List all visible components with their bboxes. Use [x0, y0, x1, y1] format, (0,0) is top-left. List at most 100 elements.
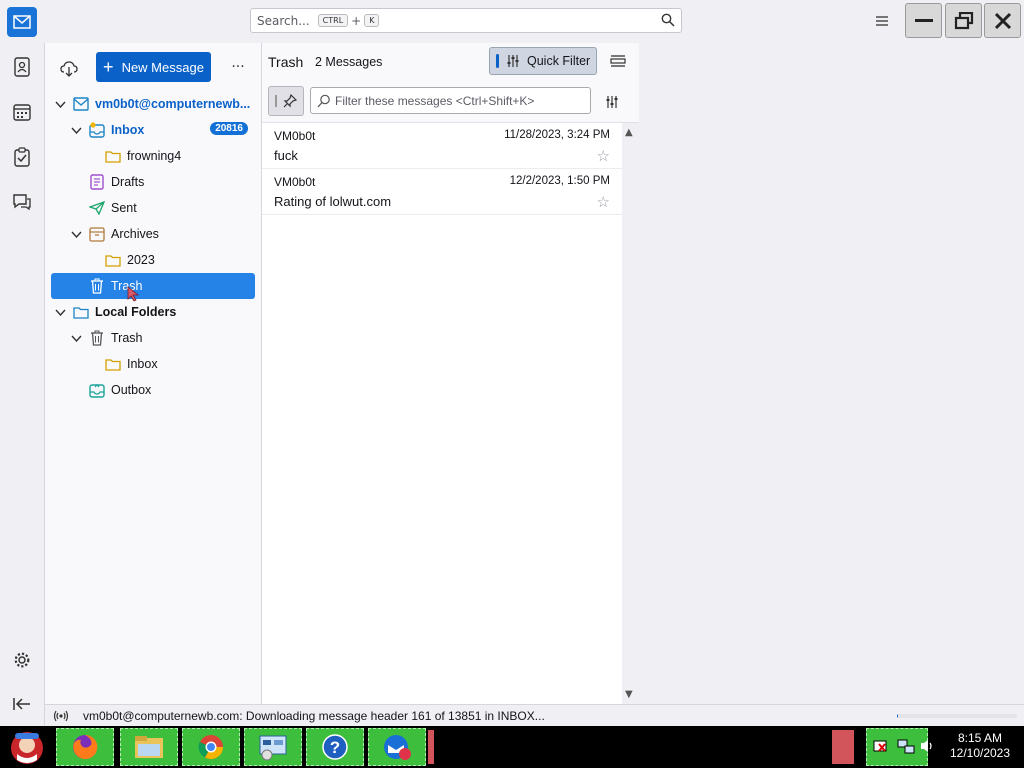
mail-app-icon[interactable]	[7, 7, 37, 37]
folder-label: Outbox	[111, 383, 152, 397]
star-icon[interactable]: ☆	[597, 147, 610, 165]
message-row[interactable]: VM0b0t 12/2/2023, 1:50 PM Rating of lolw…	[262, 169, 622, 215]
more-icon: ···	[231, 59, 245, 75]
taskbar-file-explorer[interactable]	[120, 728, 178, 766]
list-layout-icon	[610, 55, 626, 67]
pin-icon	[283, 94, 297, 108]
scroll-down-icon[interactable]: ▼	[625, 689, 633, 700]
folder-local-inbox[interactable]: Inbox	[105, 351, 245, 377]
folder-account[interactable]: vm0b0t@computernewb...	[53, 91, 258, 117]
folder-trash-selected[interactable]: Trash	[51, 273, 255, 302]
network-icon[interactable]	[897, 739, 915, 758]
plus-icon: +	[103, 57, 114, 77]
folder-frowning4[interactable]: frowning4	[105, 143, 245, 169]
message-date: 12/2/2023, 1:50 PM	[509, 175, 610, 187]
message-count: 2 Messages	[315, 55, 383, 69]
folder-sent[interactable]: Sent	[89, 195, 239, 221]
show-hidden-icons-button[interactable]	[832, 730, 854, 764]
folder-drafts[interactable]: Drafts	[89, 169, 239, 195]
current-folder-title: Trash	[268, 54, 304, 70]
folder-label: Local Folders	[95, 305, 177, 319]
filter-sliders-icon	[606, 96, 618, 108]
toggle-indicator	[275, 95, 277, 107]
status-bar: vm0b0t@computernewb.com: Downloading mes…	[45, 704, 1024, 726]
taskbar-firefox[interactable]	[56, 728, 114, 766]
new-message-button[interactable]: + New Message	[96, 52, 211, 82]
chevron-down-icon[interactable]	[69, 227, 83, 241]
app-menu-button[interactable]	[870, 10, 894, 32]
global-search-input[interactable]: Search... CTRL + K	[250, 8, 682, 33]
tasks-icon[interactable]	[9, 144, 35, 170]
clock-time: 8:15 AM	[957, 731, 1003, 745]
outbox-icon	[89, 382, 105, 398]
search-placeholder: Search...	[257, 13, 310, 28]
network-warning-icon[interactable]	[873, 739, 889, 758]
collapse-spaces-icon[interactable]	[9, 691, 35, 717]
system-tray	[866, 728, 928, 766]
mail-account-icon	[73, 96, 89, 112]
quick-filter-label: Quick Filter	[527, 54, 591, 68]
spaces-toolbar	[0, 43, 45, 726]
star-icon[interactable]: ☆	[597, 193, 610, 211]
taskbar-help[interactable]: ?	[306, 728, 364, 766]
filter-sliders-icon	[506, 54, 520, 68]
chrome-icon	[198, 735, 223, 760]
address-book-icon[interactable]	[9, 54, 35, 80]
folder-outbox[interactable]: Outbox	[89, 377, 239, 403]
taskbar-chrome[interactable]	[182, 728, 240, 766]
chevron-down-icon[interactable]	[53, 97, 67, 111]
message-row[interactable]: VM0b0t 11/28/2023, 3:24 PM fuck ☆	[262, 123, 622, 169]
folder-label: 2023	[127, 253, 155, 267]
thunderbird-icon	[384, 735, 411, 760]
folder-icon	[105, 148, 121, 164]
quick-filter-bar: Filter these messages <Ctrl+Shift+K>	[262, 81, 639, 123]
folder-local-trash[interactable]: Trash	[69, 325, 239, 351]
taskbar-clock[interactable]: 8:15 AM 12/10/2023	[940, 731, 1020, 761]
filter-options-button[interactable]	[602, 92, 622, 112]
chat-icon[interactable]	[9, 189, 35, 215]
archive-icon	[89, 226, 105, 242]
minimize-icon	[914, 18, 933, 22]
volume-icon[interactable]	[920, 738, 934, 754]
online-status-icon[interactable]	[53, 709, 69, 726]
calendar-icon[interactable]	[9, 99, 35, 125]
folder-pane-more-button[interactable]: ···	[227, 56, 249, 78]
k-key-hint: K	[364, 14, 380, 27]
filter-messages-input[interactable]: Filter these messages <Ctrl+Shift+K>	[310, 87, 591, 114]
plus-hint: +	[351, 13, 362, 28]
close-icon	[994, 12, 1011, 29]
inbox-icon	[89, 122, 105, 138]
folder-2023[interactable]: 2023	[105, 247, 245, 273]
trash-icon	[89, 330, 105, 346]
firefox-icon	[73, 734, 98, 759]
folder-archives[interactable]: Archives	[69, 221, 239, 247]
quick-filter-button[interactable]: Quick Filter	[489, 47, 597, 75]
taskbar-control-panel[interactable]	[244, 728, 302, 766]
minimize-button[interactable]	[905, 3, 942, 38]
folder-label: Inbox	[111, 123, 145, 137]
folder-inbox[interactable]: Inbox 20816	[69, 117, 255, 143]
get-messages-button[interactable]	[57, 57, 81, 81]
restore-button[interactable]	[945, 3, 982, 38]
settings-gear-icon[interactable]	[9, 647, 35, 673]
message-list-scrollbar[interactable]: ▲ ▼	[622, 123, 639, 704]
close-button[interactable]	[984, 3, 1021, 38]
folder-label: Trash	[111, 331, 143, 345]
local-folders-icon	[73, 304, 89, 320]
chevron-down-icon[interactable]	[53, 305, 67, 319]
search-icon	[661, 13, 675, 30]
chevron-down-icon[interactable]	[69, 331, 83, 345]
clock-date: 12/10/2023	[949, 746, 1011, 760]
start-button[interactable]	[2, 727, 52, 767]
new-message-label: New Message	[121, 59, 204, 75]
folder-local-folders[interactable]: Local Folders	[53, 299, 253, 325]
display-options-button[interactable]	[608, 52, 628, 70]
folder-label: Drafts	[111, 175, 145, 189]
unread-count-badge: 20816	[210, 122, 248, 135]
sticky-filter-button[interactable]	[268, 86, 304, 116]
chevron-down-icon[interactable]	[69, 123, 83, 137]
scroll-up-icon[interactable]: ▲	[625, 127, 633, 138]
folder-pane: + New Message ··· vm0b0t@computernewb...…	[45, 43, 262, 704]
taskbar-thunderbird[interactable]	[368, 728, 426, 766]
hamburger-icon	[876, 16, 888, 26]
